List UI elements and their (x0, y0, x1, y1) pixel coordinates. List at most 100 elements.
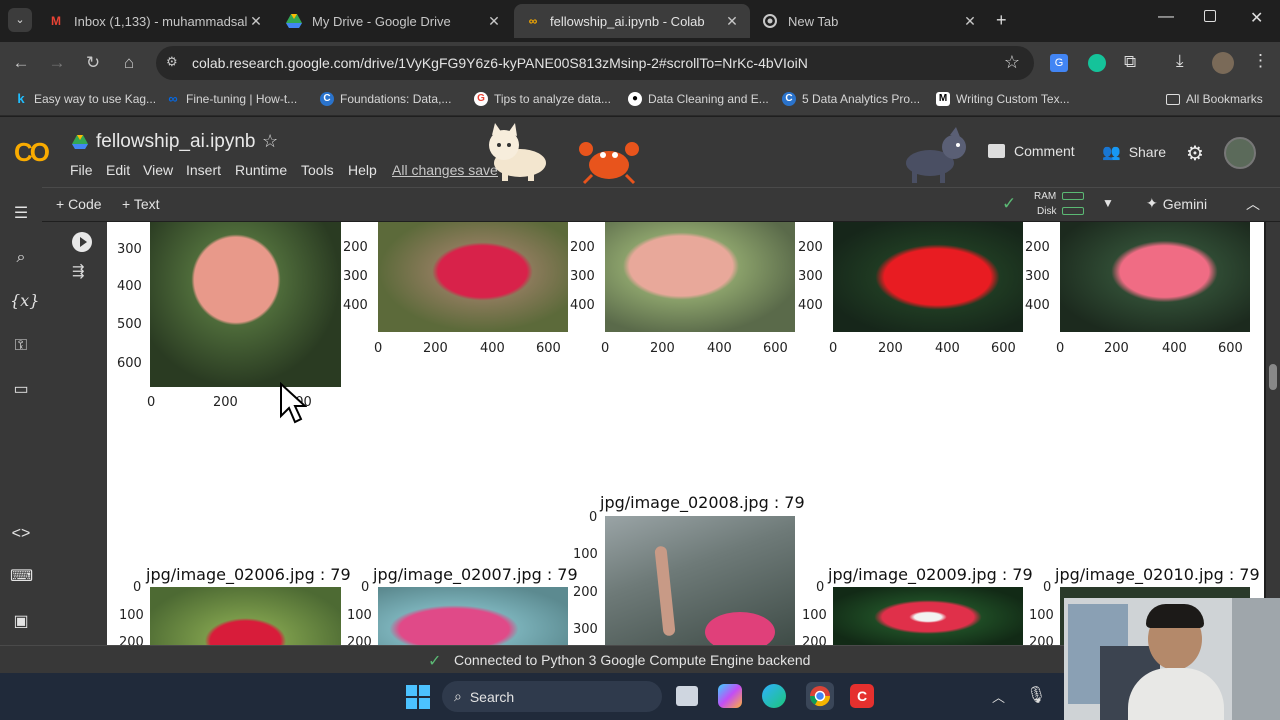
microphone-icon[interactable]: 🎙 (1026, 685, 1046, 705)
bookmark-item[interactable]: ∞ Fine-tuning | How-t... (166, 92, 297, 107)
menu-edit[interactable]: Edit (106, 162, 130, 178)
back-icon[interactable]: ← (10, 52, 32, 74)
plot-title: jpg/image_02006.jpg : 79 (146, 565, 351, 584)
restore-button[interactable] (1204, 10, 1216, 22)
y-tick: 300 (573, 622, 598, 637)
code-snippets-icon[interactable]: <> (10, 523, 32, 545)
copilot-icon[interactable] (718, 684, 742, 708)
extension-grammarly-icon[interactable] (1088, 54, 1106, 72)
tab-search-button[interactable]: ⌄ (8, 8, 32, 32)
settings-gear-icon[interactable]: ⚙ (1186, 141, 1204, 166)
coursera-icon: C (782, 92, 796, 106)
run-cell-button[interactable] (72, 232, 92, 252)
bookmark-item[interactable]: C5 Data Analytics Pro... (782, 92, 920, 106)
variables-icon[interactable]: {x} (10, 290, 39, 312)
y-tick: 300 (798, 269, 823, 284)
gemini-button[interactable]: ✦ Gemini (1146, 195, 1207, 212)
table-of-contents-icon[interactable]: ☰ (10, 203, 32, 225)
new-tab-button[interactable]: + (996, 10, 1007, 31)
close-icon[interactable]: ✕ (486, 13, 502, 30)
star-icon[interactable]: ☆ (262, 131, 278, 152)
menu-insert[interactable]: Insert (186, 162, 221, 178)
tab-strip: ⌄ M Inbox (1,133) - muhammadsalm ✕ My Dr… (0, 0, 1280, 42)
webcam-overlay (1064, 598, 1280, 720)
secrets-key-icon[interactable]: ⚿ (10, 335, 32, 357)
reload-icon[interactable]: ↻ (82, 52, 104, 74)
site-info-icon[interactable]: ⚙ (166, 54, 178, 70)
browser-toolbar: ← → ↻ ⌂ ⚙ colab.research.google.com/driv… (0, 42, 1280, 84)
minimize-button[interactable]: — (1158, 8, 1174, 26)
canva-icon[interactable]: C (850, 684, 874, 708)
gemini-icon: ✦ (1146, 195, 1158, 211)
window-close-button[interactable]: ✕ (1250, 8, 1263, 28)
menu-view[interactable]: View (143, 162, 173, 178)
disk-label: Disk (1037, 206, 1057, 217)
left-sidebar: ☰ ⌕ {x} ⚿ ▭ <> ⌨ ▣ (0, 187, 42, 645)
tab-drive[interactable]: My Drive - Google Drive ✕ (276, 4, 512, 38)
search-icon[interactable]: ⌕ (10, 247, 32, 269)
menu-help[interactable]: Help (348, 162, 377, 178)
add-code-button[interactable]: + Code (56, 196, 102, 212)
menu-tools[interactable]: Tools (301, 162, 334, 178)
browser-menu-icon[interactable]: ⋮ (1252, 51, 1269, 71)
files-folder-icon[interactable]: ▭ (10, 379, 32, 401)
task-view-icon[interactable] (676, 686, 698, 706)
edge-icon[interactable] (762, 684, 786, 708)
tab-colab[interactable]: ∞ fellowship_ai.ipynb - Colab ✕ (514, 4, 750, 38)
tray-chevron-icon[interactable]: ︿ (992, 687, 1005, 706)
output-scrollbar[interactable] (1266, 222, 1280, 645)
profile-avatar[interactable] (1212, 52, 1234, 74)
y-tick: 200 (1029, 635, 1054, 645)
collapse-chevron-icon[interactable]: ︿ (1246, 194, 1260, 214)
coursera-icon: C (320, 92, 334, 106)
windows-start-icon[interactable] (406, 685, 430, 709)
forward-icon[interactable]: → (46, 52, 68, 74)
chrome-taskbar-icon[interactable] (806, 682, 834, 710)
extensions-icon[interactable]: ⧉ (1124, 52, 1136, 72)
plot-title: jpg/image_02010.jpg : 79 (1055, 565, 1260, 584)
scrollbar-thumb[interactable] (1269, 364, 1277, 390)
plot-image-4 (833, 222, 1023, 332)
command-palette-icon[interactable]: ⌨ (10, 566, 33, 588)
resources-dropdown-icon[interactable]: ▼ (1102, 196, 1114, 210)
bookmark-item[interactable]: ● Data Cleaning and E... (628, 92, 769, 106)
x-tick: 0 (374, 341, 383, 356)
menu-runtime[interactable]: Runtime (235, 162, 287, 178)
all-bookmarks[interactable]: All Bookmarks (1166, 92, 1263, 106)
bookmark-star-icon[interactable]: ☆ (1004, 52, 1020, 73)
menu-file[interactable]: File (70, 162, 93, 178)
dog-mascot (900, 127, 972, 185)
home-icon[interactable]: ⌂ (118, 52, 140, 74)
y-tick: 300 (1025, 269, 1050, 284)
tab-title: New Tab (788, 13, 839, 29)
status-check-icon: ✓ (428, 653, 442, 670)
notebook-title[interactable]: fellowship_ai.ipynb (96, 131, 256, 153)
bookmark-item[interactable]: C Foundations: Data,... (320, 92, 451, 106)
share-button[interactable]: 👥 Share (1102, 143, 1166, 161)
plot-image-1 (150, 222, 341, 387)
terminal-icon[interactable]: ▣ (10, 611, 32, 633)
add-text-button[interactable]: + Text (122, 196, 160, 212)
tab-new[interactable]: New Tab ✕ (752, 4, 988, 38)
taskbar-search[interactable]: ⌕ Search (442, 681, 662, 712)
bookmark-item[interactable]: G Tips to analyze data... (474, 92, 611, 106)
user-avatar[interactable] (1224, 137, 1256, 169)
translate-icon[interactable]: G (1050, 54, 1068, 72)
google-icon: G (474, 92, 488, 106)
close-icon[interactable]: ✕ (248, 13, 264, 30)
address-bar[interactable]: ⚙ colab.research.google.com/drive/1VyKgF… (156, 46, 1034, 80)
output-actions-icon[interactable]: ⇶ (72, 262, 85, 280)
bookmark-item[interactable]: k Easy way to use Kag... (14, 92, 156, 107)
close-icon[interactable]: ✕ (962, 13, 978, 30)
people-icon: 👥 (1102, 144, 1121, 161)
comment-button[interactable]: Comment (988, 143, 1075, 159)
download-icon[interactable]: ⤓ (1176, 51, 1184, 71)
bookmark-item[interactable]: M Writing Custom Tex... (936, 92, 1070, 106)
y-tick: 0 (589, 510, 598, 525)
tab-gmail[interactable]: M Inbox (1,133) - muhammadsalm ✕ (38, 4, 274, 38)
x-tick: 400 (1162, 341, 1187, 356)
x-tick: 400 (707, 341, 732, 356)
colab-logo[interactable]: CO (14, 137, 50, 168)
close-icon[interactable]: ✕ (724, 13, 740, 30)
x-tick: 600 (1218, 341, 1243, 356)
